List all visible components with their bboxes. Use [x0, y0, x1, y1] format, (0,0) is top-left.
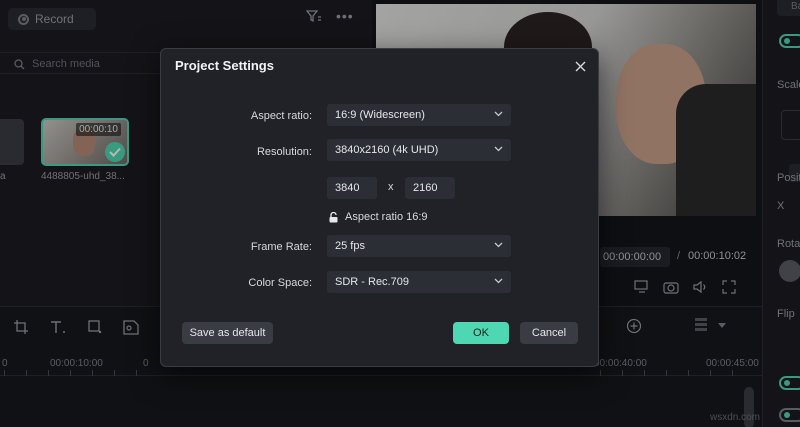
dimension-separator: x: [388, 181, 394, 193]
aspect-ratio-select[interactable]: 16:9 (Widescreen): [327, 104, 511, 126]
chevron-down-icon: [494, 278, 503, 284]
resolution-label: Resolution:: [256, 146, 312, 158]
height-input[interactable]: [405, 177, 455, 199]
aspect-ratio-label: Aspect ratio:: [250, 110, 312, 122]
close-button[interactable]: [570, 56, 590, 76]
app-window: Record ••• a 00:00:10 4488805-uhd_38...: [0, 0, 800, 427]
resolution-select[interactable]: 3840x2160 (4k UHD): [327, 139, 511, 161]
aspect-ratio-value: 16:9 (Widescreen): [335, 109, 425, 121]
cancel-button[interactable]: Cancel: [520, 322, 578, 344]
unlock-icon: [329, 211, 338, 222]
chevron-down-icon: [494, 111, 503, 117]
frame-rate-label: Frame Rate:: [250, 241, 312, 253]
color-space-value: SDR - Rec.709: [335, 276, 409, 288]
frame-rate-value: 25 fps: [335, 240, 365, 252]
frame-rate-select[interactable]: 25 fps: [327, 235, 511, 257]
color-space-label: Color Space:: [248, 277, 312, 289]
ok-button[interactable]: OK: [453, 322, 509, 344]
dialog-title: Project Settings: [175, 58, 274, 73]
chevron-down-icon: [494, 242, 503, 248]
width-input[interactable]: [327, 177, 377, 199]
chevron-down-icon: [494, 146, 503, 152]
resolution-value: 3840x2160 (4k UHD): [335, 144, 439, 156]
save-as-default-button[interactable]: Save as default: [182, 322, 273, 344]
close-icon: [575, 61, 585, 71]
aspect-lock[interactable]: Aspect ratio 16:9: [329, 211, 428, 223]
project-settings-dialog: Project Settings Aspect ratio: 16:9 (Wid…: [160, 48, 599, 367]
aspect-lock-text: Aspect ratio 16:9: [345, 211, 428, 223]
color-space-select[interactable]: SDR - Rec.709: [327, 271, 511, 293]
